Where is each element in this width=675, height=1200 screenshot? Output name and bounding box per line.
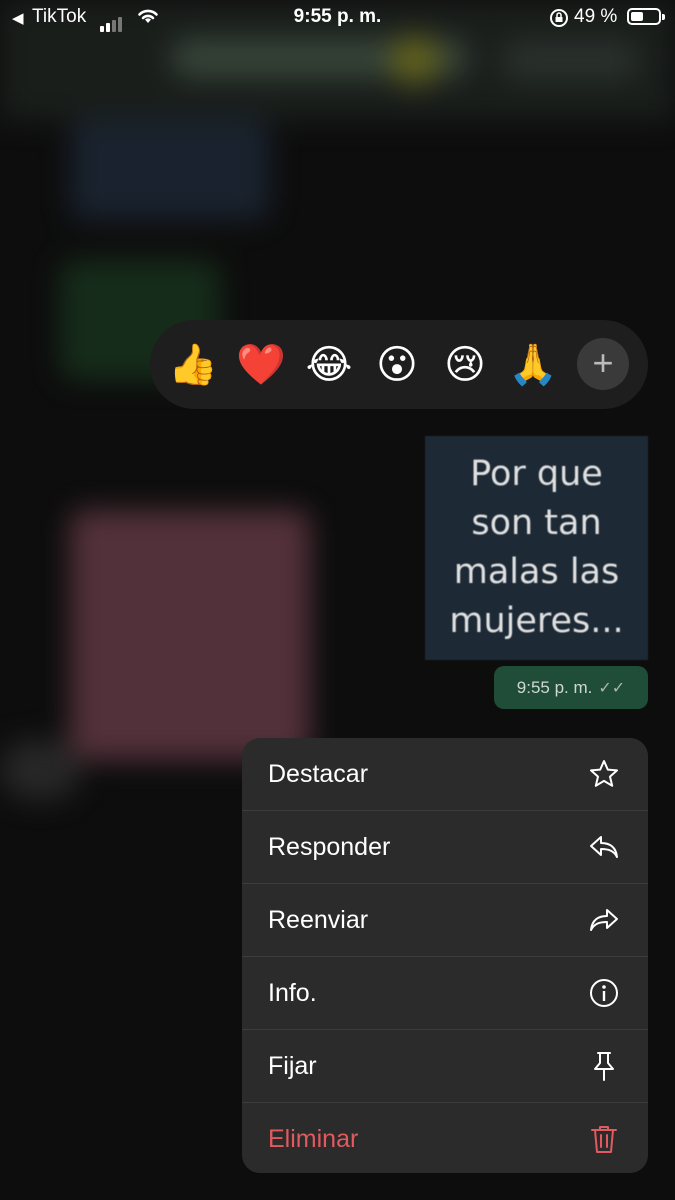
menu-item-reenviar[interactable]: Reenviar xyxy=(242,884,648,957)
menu-item-fijar[interactable]: Fijar xyxy=(242,1030,648,1103)
double-check-icon: ✓✓ xyxy=(598,680,626,697)
reaction-bar: 👍 ❤️ 😂 😮 😢 🙏 + xyxy=(150,320,648,409)
red-heart-icon[interactable]: ❤️ xyxy=(235,340,287,390)
thumbs-up-icon[interactable]: 👍 xyxy=(167,340,219,390)
menu-item-info[interactable]: Info. xyxy=(242,957,648,1030)
more-reactions-button[interactable]: + xyxy=(577,338,629,390)
star-icon xyxy=(590,760,618,787)
battery-percent: 49 % xyxy=(574,6,618,27)
message-time: 9:55 p. m. xyxy=(516,678,593,697)
folded-hands-icon[interactable]: 🙏 xyxy=(507,340,559,390)
battery-icon xyxy=(627,8,665,25)
reply-icon xyxy=(590,836,618,858)
rotation-lock-icon xyxy=(549,8,569,34)
status-bar: ◀ TikTok 9:55 p. m. 49 % xyxy=(0,0,675,36)
menu-item-destacar[interactable]: Destacar xyxy=(242,738,648,811)
menu-item-responder[interactable]: Responder xyxy=(242,811,648,884)
message-timestamp-bubble: 9:55 p. m. ✓✓ xyxy=(494,666,648,709)
message-image-text: Por que son tan malas las mujeres... xyxy=(449,454,624,641)
menu-item-label: Eliminar xyxy=(268,1125,359,1153)
trash-icon xyxy=(591,1126,617,1153)
surprised-face-icon[interactable]: 😮 xyxy=(371,340,423,390)
menu-item-label: Responder xyxy=(268,833,391,861)
forward-icon xyxy=(590,909,618,931)
menu-item-label: Info. xyxy=(268,979,317,1007)
info-icon xyxy=(590,979,618,1007)
menu-item-label: Destacar xyxy=(268,760,369,788)
crying-face-icon[interactable]: 😢 xyxy=(439,340,491,390)
pin-icon xyxy=(594,1052,614,1081)
menu-item-label: Fijar xyxy=(268,1052,317,1080)
message-image[interactable]: Por que son tan malas las mujeres... xyxy=(425,436,648,660)
menu-item-eliminar[interactable]: Eliminar xyxy=(242,1103,648,1173)
message-context-menu: Destacar Responder Reenviar Info. Fijar … xyxy=(242,738,648,1173)
tears-of-joy-icon[interactable]: 😂 xyxy=(303,340,355,390)
menu-item-label: Reenviar xyxy=(268,906,369,934)
